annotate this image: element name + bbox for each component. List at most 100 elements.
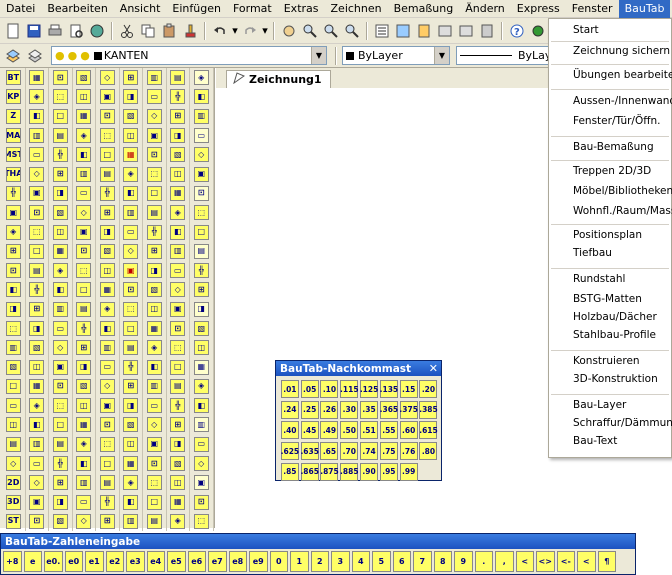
menu-fenster[interactable]: Fenster: [566, 0, 619, 18]
bautab-tool-icon[interactable]: ⊡: [99, 108, 115, 124]
bautab-tool-icon[interactable]: ▭: [146, 89, 162, 105]
decimal-button[interactable]: .125: [360, 380, 378, 399]
bautab-tool-icon[interactable]: □: [99, 147, 115, 163]
bautab-tool-icon[interactable]: ╬: [29, 282, 45, 298]
number-button[interactable]: e0.: [44, 551, 63, 572]
decimal-button[interactable]: .135: [380, 380, 398, 399]
decimal-button[interactable]: .875: [320, 462, 339, 481]
bautab-tool-icon[interactable]: ▧: [52, 205, 68, 221]
decimal-button[interactable]: .885: [340, 462, 359, 481]
bautab-tool-icon[interactable]: ▧: [76, 70, 92, 86]
bautab-tool-icon[interactable]: ▥: [170, 243, 186, 259]
layer-dropdown[interactable]: ● ● ● KANTEN ▼: [51, 46, 327, 65]
bautab-tool-icon[interactable]: ⬚: [193, 513, 209, 529]
bautab-tool-icon[interactable]: ▣: [193, 166, 209, 182]
color-dropdown[interactable]: ByLayer ▼: [342, 46, 450, 65]
bautab-tool-icon[interactable]: ▭: [29, 456, 45, 472]
decimal-button[interactable]: .375: [399, 400, 418, 419]
bautab-tool-icon[interactable]: ▥: [76, 166, 92, 182]
bautab-tool-icon[interactable]: ▤: [29, 263, 45, 279]
bautab-tool-icon[interactable]: ◫: [76, 89, 92, 105]
bautab-tool-icon[interactable]: □: [170, 359, 186, 375]
bautab-tool-icon[interactable]: ◨: [52, 185, 68, 201]
layer-manager-icon[interactable]: [3, 46, 23, 66]
bautab-tool-icon[interactable]: ▣: [170, 301, 186, 317]
bautab-tool-icon[interactable]: ▤: [5, 436, 21, 452]
undo-icon[interactable]: [210, 21, 230, 41]
bautab-tool-icon[interactable]: ▦: [170, 494, 186, 510]
bautab-tool-icon[interactable]: ◇: [99, 378, 115, 394]
decimal-button[interactable]: .49: [320, 421, 339, 440]
bautab-tool-icon[interactable]: ◇: [193, 456, 209, 472]
match-properties-icon[interactable]: [180, 21, 200, 41]
bautab-tool-icon[interactable]: ▧: [52, 513, 68, 529]
menu-item-holzbau-dächer[interactable]: Holzbau/Dächer: [573, 311, 657, 323]
number-button[interactable]: 8: [433, 551, 452, 572]
bautab-tool-icon[interactable]: □: [76, 282, 92, 298]
bautab-tool-icon[interactable]: ◨: [52, 494, 68, 510]
decimal-button[interactable]: .30: [340, 400, 359, 419]
number-button[interactable]: +8: [3, 551, 22, 572]
number-button[interactable]: e9: [249, 551, 268, 572]
number-button[interactable]: 5: [372, 551, 391, 572]
decimal-button[interactable]: .45: [300, 421, 319, 440]
number-button[interactable]: 2: [310, 551, 329, 572]
decimal-button[interactable]: .635: [300, 442, 319, 461]
number-button[interactable]: e: [23, 551, 42, 572]
bautab-tool-icon[interactable]: ◧: [193, 398, 209, 414]
bautab-tool-icon[interactable]: ⬚: [99, 128, 115, 144]
decimal-button[interactable]: .85: [280, 462, 299, 481]
bautab-tool-icon[interactable]: ◧: [170, 224, 186, 240]
bautab-tool-icon[interactable]: ◈: [5, 224, 21, 240]
bautab-tool-icon[interactable]: ▧: [170, 456, 186, 472]
bautab-tool-icon[interactable]: ⊡: [146, 147, 162, 163]
bautab-tool-icon[interactable]: ╬: [52, 147, 68, 163]
zoom-previous-icon[interactable]: [342, 21, 362, 41]
bautab-tool-icon[interactable]: ▦: [123, 147, 139, 163]
number-button[interactable]: 7: [413, 551, 432, 572]
bautab-tool-icon[interactable]: ▧: [193, 321, 209, 336]
bautab-tool-icon[interactable]: ◈: [170, 205, 186, 221]
bautab-tool-icon[interactable]: ▦: [29, 70, 45, 86]
bautab-tool-icon[interactable]: ▭: [99, 359, 115, 375]
bautab-tool-icon[interactable]: ST: [5, 513, 21, 529]
number-button[interactable]: <: [515, 551, 534, 572]
decimal-button[interactable]: .865: [300, 462, 319, 481]
menu-item-wohnfl-raum-masse[interactable]: Wohnfl./Raum/Masse: [573, 205, 672, 217]
bautab-tool-icon[interactable]: ▥: [123, 513, 139, 529]
bautab-tool-icon[interactable]: ▥: [193, 417, 209, 433]
menu-bautab[interactable]: BauTab: [618, 0, 671, 18]
number-button[interactable]: e2: [105, 551, 124, 572]
decimal-button[interactable]: .20: [419, 380, 438, 399]
bautab-tool-icon[interactable]: ⬚: [52, 398, 68, 414]
bautab-tool-icon[interactable]: ◨: [99, 224, 115, 240]
decimal-button[interactable]: .625: [281, 442, 299, 461]
bautab-tool-icon[interactable]: ⊞: [170, 108, 186, 124]
bautab-tool-icon[interactable]: 2D: [5, 475, 21, 491]
bautab-tool-icon[interactable]: ╬: [170, 89, 186, 105]
bautab-tool-icon[interactable]: ╬: [76, 321, 92, 336]
bautab-tool-icon[interactable]: ◇: [29, 166, 45, 182]
bautab-tool-icon[interactable]: ▣: [76, 224, 92, 240]
bautab-tool-icon[interactable]: ◫: [193, 340, 209, 356]
bautab-tool-icon[interactable]: ◫: [170, 166, 186, 182]
menu-item-3d-konstruktion[interactable]: 3D-Konstruktion: [573, 373, 658, 385]
bautab-tool-icon[interactable]: ⊡: [193, 185, 209, 201]
decimal-button[interactable]: .55: [379, 421, 398, 440]
bautab-tool-icon[interactable]: ⬚: [52, 89, 68, 105]
decimal-button[interactable]: .385: [419, 400, 438, 419]
bautab-tool-icon[interactable]: □: [5, 378, 21, 394]
bautab-tool-icon[interactable]: ▭: [76, 185, 92, 201]
menu-item-bau-layer[interactable]: Bau-Layer: [573, 399, 626, 411]
number-button[interactable]: 4: [351, 551, 370, 572]
bautab-tool-icon[interactable]: ▣: [146, 128, 162, 144]
bautab-tool-icon[interactable]: ⬚: [76, 263, 92, 279]
zoom-window-icon[interactable]: [321, 21, 341, 41]
bautab-tool-icon[interactable]: ◇: [5, 456, 21, 472]
bautab-tool-icon[interactable]: ◈: [123, 475, 139, 491]
decimal-button[interactable]: .75: [379, 442, 398, 461]
bautab-tool-icon[interactable]: ▥: [52, 301, 68, 317]
bautab-tool-icon[interactable]: ▥: [146, 70, 162, 86]
number-button[interactable]: 1: [290, 551, 309, 572]
decimal-button[interactable]: .10: [320, 380, 339, 399]
